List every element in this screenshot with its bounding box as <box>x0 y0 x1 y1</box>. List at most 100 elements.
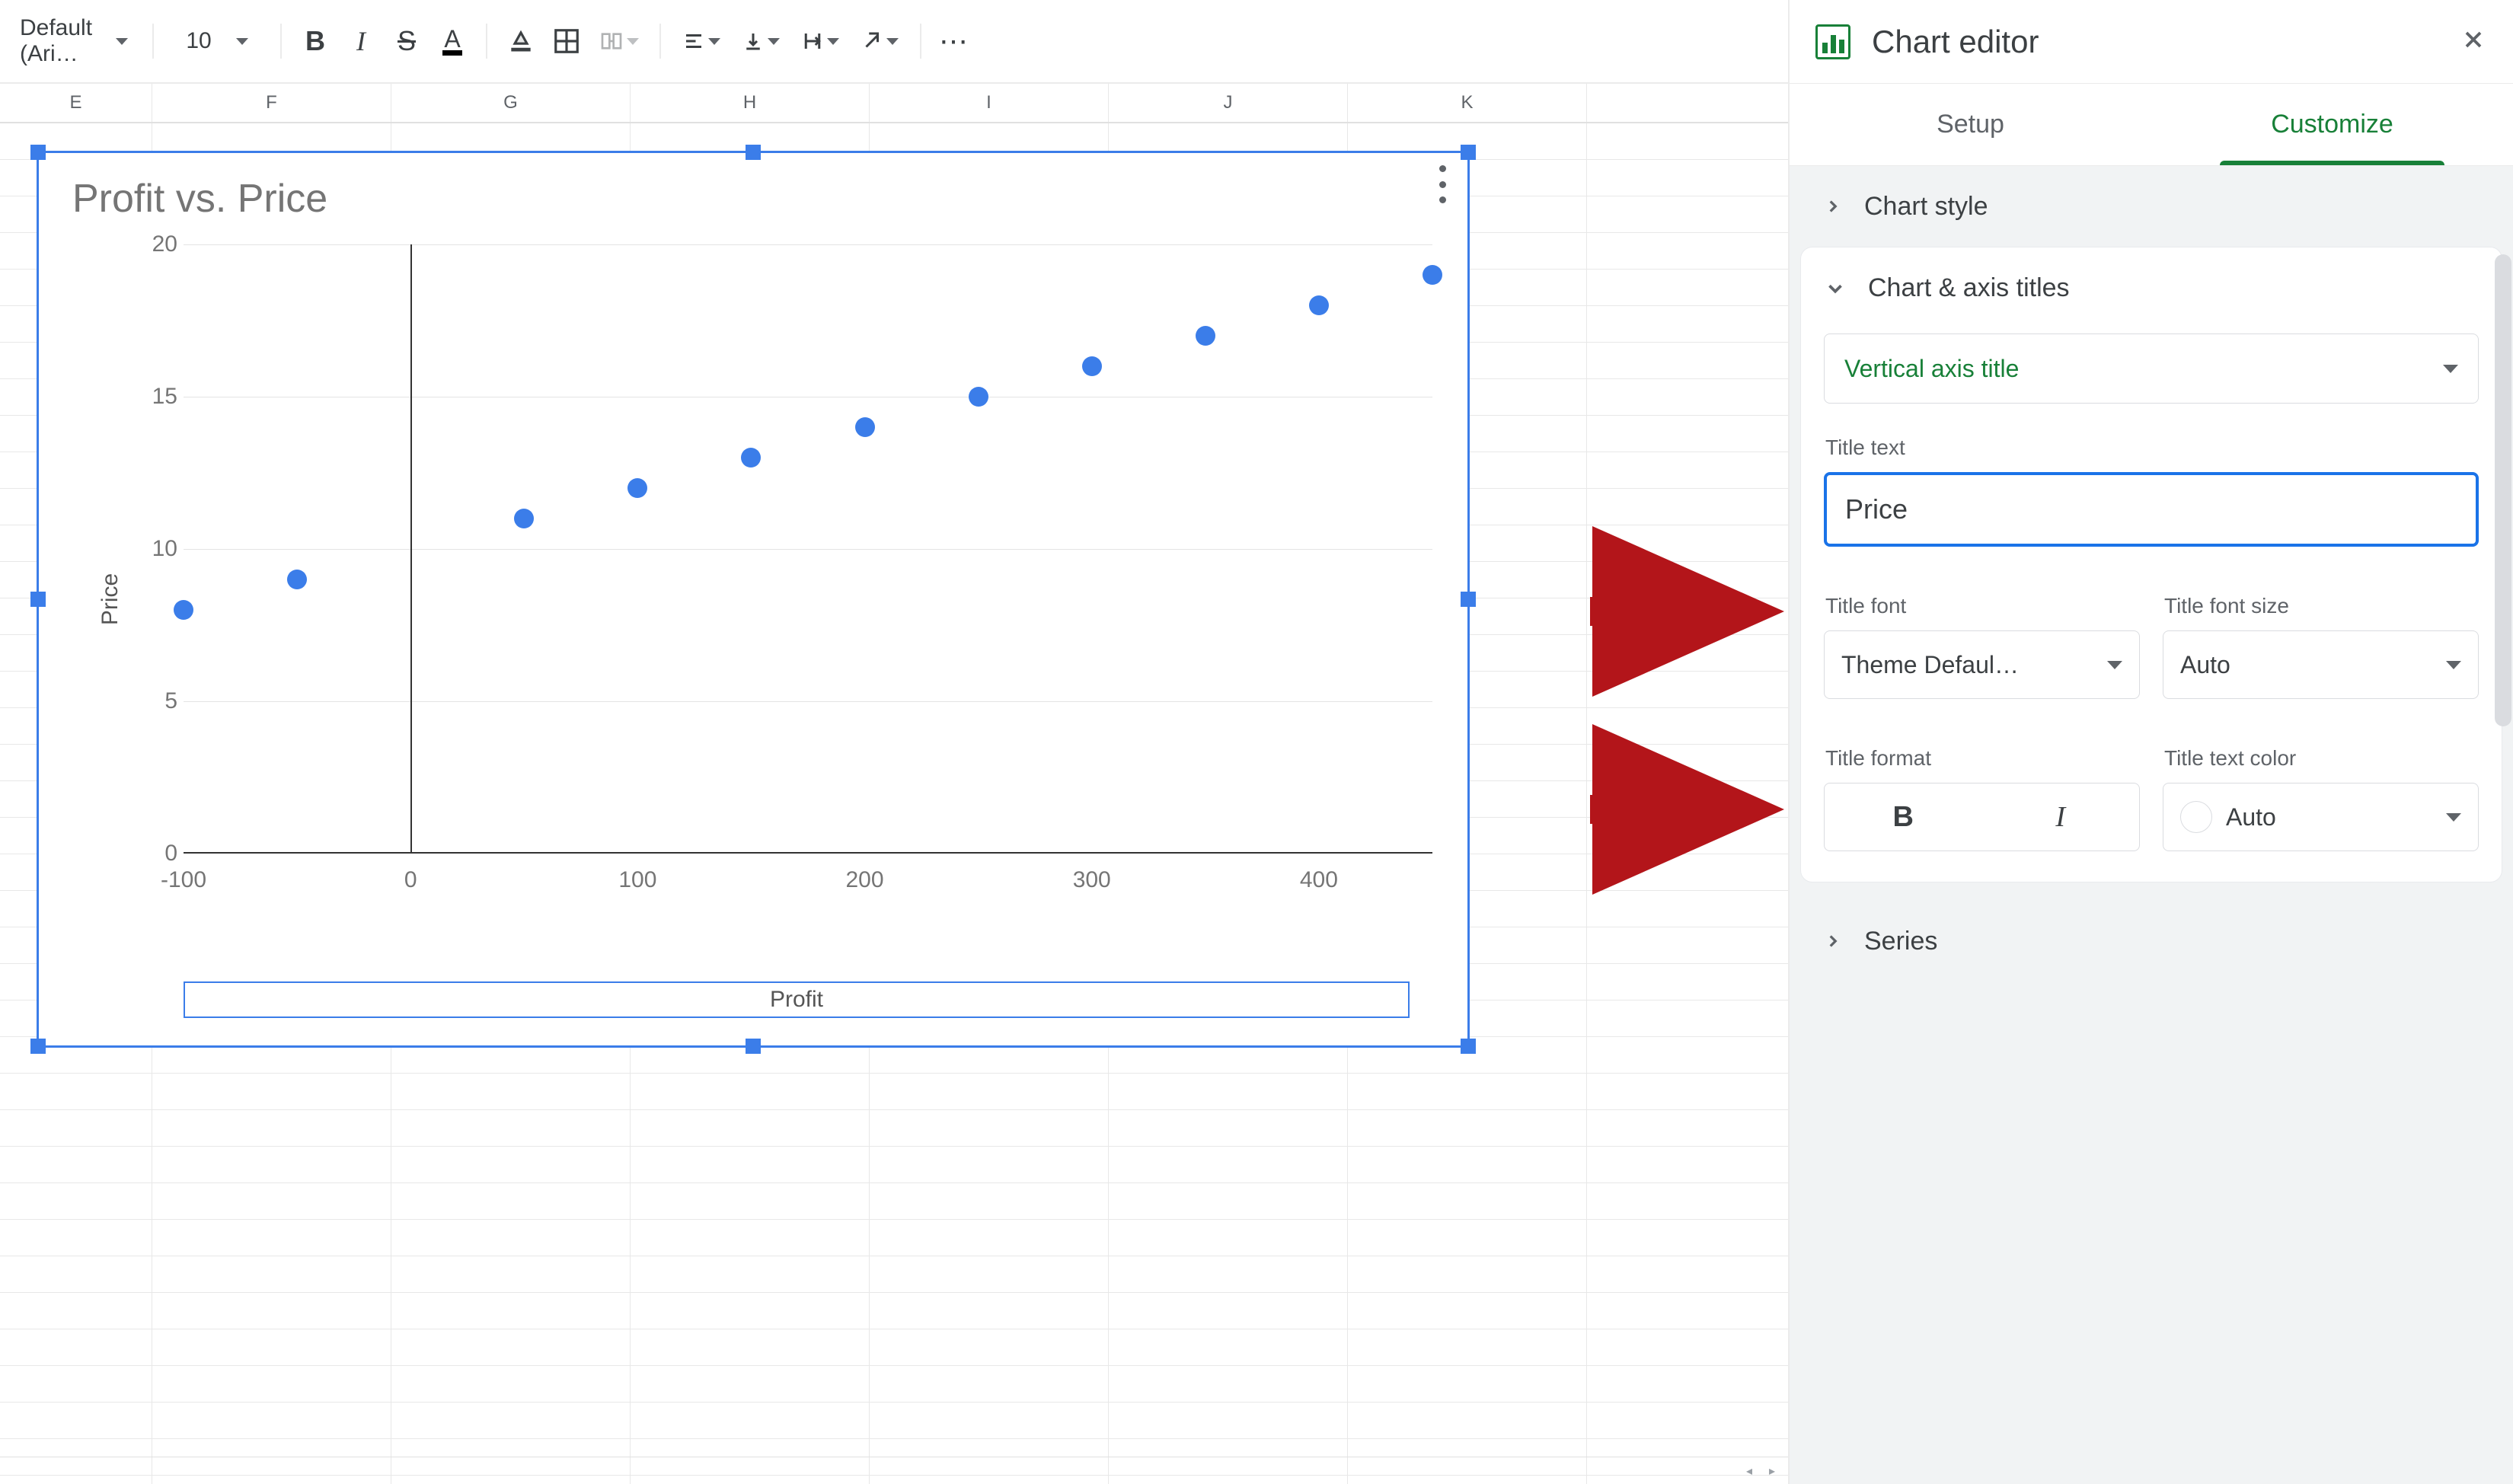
cell[interactable] <box>1348 1403 1587 1438</box>
tab-setup[interactable]: Setup <box>1790 84 2151 165</box>
cell[interactable] <box>391 1183 631 1219</box>
resize-handle[interactable] <box>1461 145 1476 160</box>
text-color-button[interactable]: A <box>433 21 472 61</box>
spreadsheet-grid[interactable]: E F G H I J K Profit vs. Price Price 051… <box>0 84 1788 1484</box>
cell[interactable] <box>391 1366 631 1402</box>
title-text-color-dropdown[interactable]: Auto <box>2163 783 2479 851</box>
section-header[interactable]: Chart & axis titles <box>1824 273 2479 303</box>
column-header[interactable]: E <box>0 84 152 122</box>
chart-menu-button[interactable] <box>1432 165 1452 203</box>
section-series[interactable]: Series <box>1790 901 2513 981</box>
chart-title[interactable]: Profit vs. Price <box>72 176 327 222</box>
title-selector-dropdown[interactable]: Vertical axis title <box>1824 334 2479 404</box>
cell[interactable] <box>152 1183 391 1219</box>
column-header[interactable]: H <box>631 84 870 122</box>
cell[interactable] <box>152 1074 391 1109</box>
grid-row[interactable] <box>0 1183 1788 1220</box>
vertical-align-button[interactable] <box>734 21 787 61</box>
cell[interactable] <box>0 1403 152 1438</box>
cell[interactable] <box>391 1293 631 1329</box>
grid-row[interactable] <box>0 1403 1788 1439</box>
cell[interactable] <box>1109 1183 1348 1219</box>
italic-toggle[interactable]: I <box>1982 783 2140 851</box>
cell[interactable] <box>391 1074 631 1109</box>
cell[interactable] <box>870 1366 1109 1402</box>
grid-row[interactable] <box>0 1074 1788 1110</box>
cell[interactable] <box>391 1403 631 1438</box>
cell[interactable] <box>1109 1110 1348 1146</box>
cell[interactable] <box>0 1293 152 1329</box>
title-font-size-dropdown[interactable]: Auto <box>2163 630 2479 699</box>
fill-color-button[interactable] <box>501 21 541 61</box>
resize-handle[interactable] <box>746 145 761 160</box>
cell[interactable] <box>152 1110 391 1146</box>
column-header[interactable]: F <box>152 84 391 122</box>
cell[interactable] <box>870 1147 1109 1182</box>
cell[interactable] <box>870 1183 1109 1219</box>
cell[interactable] <box>870 1403 1109 1438</box>
grid-row[interactable] <box>0 1147 1788 1183</box>
cell[interactable] <box>152 1293 391 1329</box>
cell[interactable] <box>391 1110 631 1146</box>
cell[interactable] <box>1109 1329 1348 1365</box>
cell[interactable] <box>391 1147 631 1182</box>
cell[interactable] <box>1109 1403 1348 1438</box>
panel-scrollbar[interactable] <box>2495 254 2511 726</box>
cell[interactable] <box>1348 1220 1587 1256</box>
merge-cells-button[interactable] <box>592 21 646 61</box>
italic-button[interactable]: I <box>341 21 381 61</box>
cell[interactable] <box>870 1220 1109 1256</box>
cell[interactable] <box>391 1256 631 1292</box>
cell[interactable] <box>152 1403 391 1438</box>
close-panel-button[interactable] <box>2460 26 2487 57</box>
cell[interactable] <box>1348 1074 1587 1109</box>
cell[interactable] <box>1348 1293 1587 1329</box>
grid-row[interactable] <box>0 1220 1788 1256</box>
cell[interactable] <box>0 1110 152 1146</box>
cell[interactable] <box>631 1147 870 1182</box>
font-size-dropdown[interactable]: 10 <box>168 19 267 63</box>
cell[interactable] <box>870 1074 1109 1109</box>
cell[interactable] <box>391 1220 631 1256</box>
resize-handle[interactable] <box>30 592 46 607</box>
cell[interactable] <box>152 1366 391 1402</box>
cell[interactable] <box>1109 1256 1348 1292</box>
cell[interactable] <box>0 1074 152 1109</box>
cell[interactable] <box>631 1366 870 1402</box>
column-header[interactable]: J <box>1109 84 1348 122</box>
cell[interactable] <box>870 1110 1109 1146</box>
cell[interactable] <box>1348 1366 1587 1402</box>
cell[interactable] <box>631 1293 870 1329</box>
resize-handle[interactable] <box>30 1039 46 1054</box>
cell[interactable] <box>152 1329 391 1365</box>
resize-handle[interactable] <box>30 145 46 160</box>
bold-toggle[interactable]: B <box>1825 783 1982 851</box>
cell[interactable] <box>1109 1220 1348 1256</box>
more-toolbar-button[interactable]: ⋯ <box>935 21 975 61</box>
grid-row[interactable] <box>0 1329 1788 1366</box>
cell[interactable] <box>1109 1293 1348 1329</box>
borders-button[interactable] <box>547 21 586 61</box>
cell[interactable] <box>631 1110 870 1146</box>
y-axis-title[interactable]: Price <box>97 573 123 625</box>
horizontal-align-button[interactable] <box>675 21 728 61</box>
bold-button[interactable]: B <box>295 21 335 61</box>
scroll-left-icon[interactable]: ◂ <box>1739 1461 1759 1481</box>
resize-handle[interactable] <box>1461 1039 1476 1054</box>
cell[interactable] <box>870 1293 1109 1329</box>
resize-handle[interactable] <box>1461 592 1476 607</box>
cell[interactable] <box>0 1220 152 1256</box>
tab-customize[interactable]: Customize <box>2151 84 2513 165</box>
column-header[interactable]: K <box>1348 84 1587 122</box>
embedded-chart[interactable]: Profit vs. Price Price 05101520-10001002… <box>37 151 1470 1048</box>
cell[interactable] <box>631 1329 870 1365</box>
grid-row[interactable] <box>0 1110 1788 1147</box>
cell[interactable] <box>1348 1183 1587 1219</box>
resize-handle[interactable] <box>746 1039 761 1054</box>
cell[interactable] <box>1348 1256 1587 1292</box>
cell[interactable] <box>0 1147 152 1182</box>
cell[interactable] <box>631 1220 870 1256</box>
cell[interactable] <box>152 1147 391 1182</box>
cell[interactable] <box>1348 1329 1587 1365</box>
cell[interactable] <box>631 1403 870 1438</box>
